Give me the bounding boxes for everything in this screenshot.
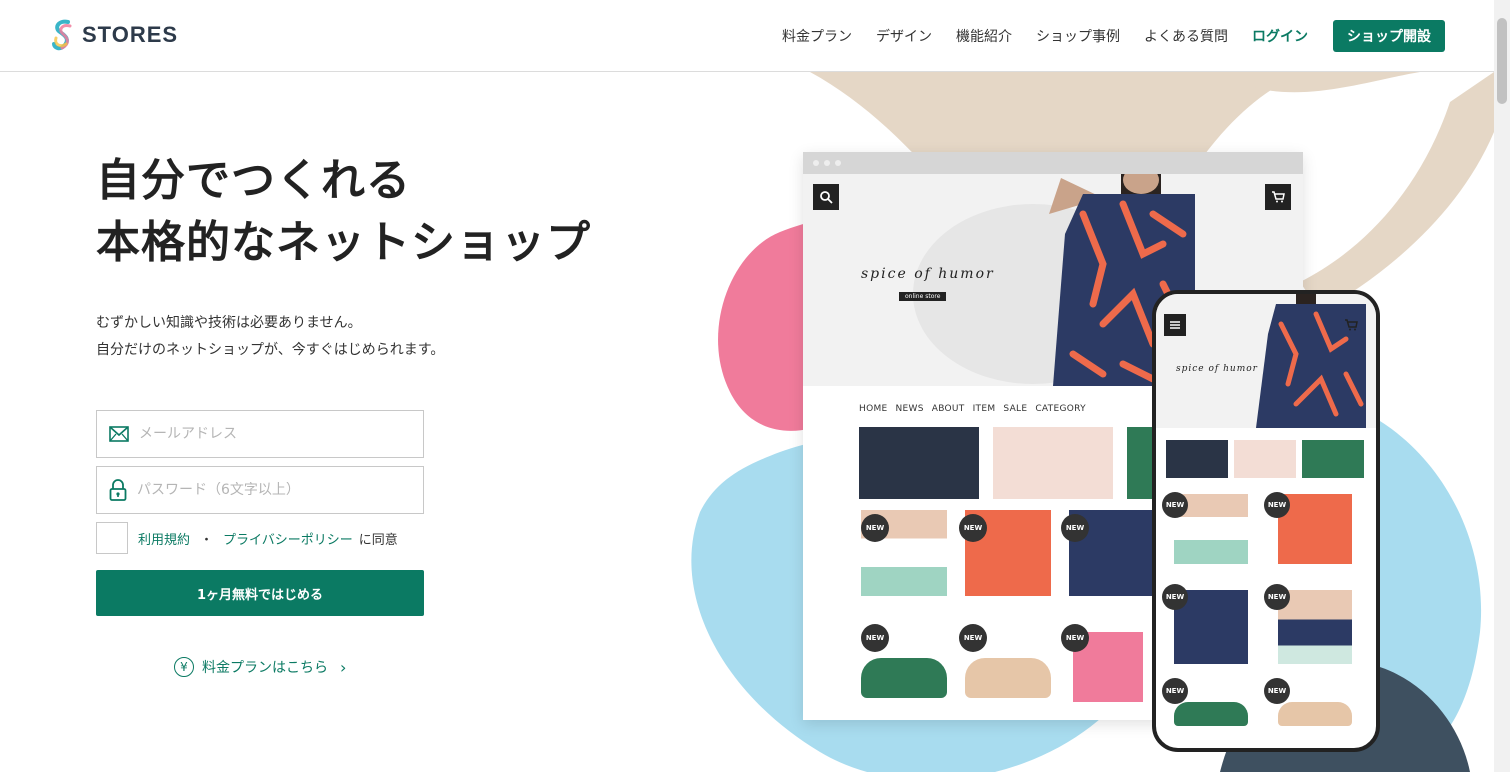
logo-text: STORES xyxy=(82,22,179,47)
window-dot xyxy=(813,160,819,166)
hero-title: 自分でつくれる 本格的なネットショップ xyxy=(96,150,591,274)
chevron-right-icon: › xyxy=(340,657,347,677)
shop-nav-news[interactable]: NEWS xyxy=(896,404,924,414)
shop-nav-category[interactable]: CATEGORY xyxy=(1035,404,1086,414)
shop-nav-sale[interactable]: SALE xyxy=(1003,404,1027,414)
site-header: STORES 料金プラン デザイン 機能紹介 ショップ事例 よくある質問 ログイ… xyxy=(0,0,1494,72)
terms-separator: ・ xyxy=(200,532,214,548)
new-badge: NEW xyxy=(1061,514,1089,542)
mobile-shop-mockup: spice of humor NEW NEW NEW NEW NEW NEW xyxy=(1152,290,1380,752)
new-badge: NEW xyxy=(861,514,889,542)
nav-features[interactable]: 機能紹介 xyxy=(956,26,1012,46)
shop-brand-name: spice of humor xyxy=(861,266,995,282)
phone-new-badge: NEW xyxy=(1162,492,1188,518)
phone-category-thumbnail[interactable] xyxy=(1234,440,1296,478)
scrollbar-thumb[interactable] xyxy=(1497,18,1507,104)
phone-new-badge: NEW xyxy=(1162,584,1188,610)
pricing-plan-link-label: 料金プランはこちら xyxy=(202,660,328,676)
phone-hero-image: spice of humor xyxy=(1156,294,1376,428)
yen-icon: ¥ xyxy=(174,657,194,677)
new-badge: NEW xyxy=(861,624,889,652)
start-free-button[interactable]: 1ヶ月無料ではじめる xyxy=(96,570,424,616)
page-scrollbar[interactable] xyxy=(1494,0,1510,772)
email-field[interactable] xyxy=(96,410,424,458)
hero-title-line1: 自分でつくれる xyxy=(96,155,411,206)
window-dot xyxy=(824,160,830,166)
password-input[interactable] xyxy=(137,482,397,498)
nav-design[interactable]: デザイン xyxy=(876,26,932,46)
lock-icon xyxy=(109,479,127,501)
pricing-plan-link[interactable]: ¥ 料金プランはこちら › xyxy=(174,657,346,677)
new-badge: NEW xyxy=(1061,624,1089,652)
phone-product-shoe[interactable] xyxy=(1174,702,1248,726)
product-shoe[interactable] xyxy=(861,658,947,698)
category-thumbnail[interactable] xyxy=(993,427,1113,499)
open-shop-button[interactable]: ショップ開設 xyxy=(1333,20,1445,52)
nav-faq[interactable]: よくある質問 xyxy=(1144,26,1228,46)
stores-logo-icon xyxy=(52,19,72,51)
terms-link[interactable]: 利用規約 xyxy=(138,529,190,548)
password-field[interactable] xyxy=(96,466,424,514)
hero-sub-line2: 自分だけのネットショップが、今すぐはじめられます。 xyxy=(96,342,445,358)
shop-nav-about[interactable]: ABOUT xyxy=(932,404,965,414)
nav-login[interactable]: ログイン xyxy=(1252,26,1308,46)
shop-brand-tag: online store xyxy=(899,292,947,301)
agree-text: に同意 xyxy=(358,532,398,548)
email-input[interactable] xyxy=(139,426,399,442)
phone-category-thumbnail[interactable] xyxy=(1302,440,1364,478)
phone-new-badge: NEW xyxy=(1264,678,1290,704)
new-badge: NEW xyxy=(959,514,987,542)
hero-visual: spice of humor online store HOME NEWS AB… xyxy=(660,72,1494,772)
shop-nav: HOME NEWS ABOUT ITEM SALE CATEGORY xyxy=(859,404,1086,414)
shop-nav-item[interactable]: ITEM xyxy=(973,404,996,414)
product-shoe[interactable] xyxy=(965,658,1051,698)
nav-pricing[interactable]: 料金プラン xyxy=(782,26,852,46)
nav-cases[interactable]: ショップ事例 xyxy=(1036,26,1120,46)
phone-new-badge: NEW xyxy=(1162,678,1188,704)
phone-category-thumbnail[interactable] xyxy=(1166,440,1228,478)
stores-logo[interactable]: STORES xyxy=(50,18,178,52)
phone-brand-name: spice of humor xyxy=(1176,364,1258,374)
terms-agreement: 利用規約 ・ プライバシーポリシー に同意 xyxy=(96,522,398,554)
phone-new-badge: NEW xyxy=(1264,492,1290,518)
browser-titlebar xyxy=(803,152,1303,174)
hero-sub-line1: むずかしい知識や技術は必要ありません。 xyxy=(96,315,362,331)
phone-cart-icon[interactable] xyxy=(1340,314,1362,336)
privacy-link[interactable]: プライバシーポリシー xyxy=(223,529,353,548)
shop-nav-home[interactable]: HOME xyxy=(859,404,888,414)
menu-icon[interactable] xyxy=(1164,314,1186,336)
agree-checkbox[interactable] xyxy=(96,522,128,554)
phone-product-shoe[interactable] xyxy=(1278,702,1352,726)
category-thumbnail[interactable] xyxy=(859,427,979,499)
window-dot xyxy=(835,160,841,166)
hero-subtitle: むずかしい知識や技術は必要ありません。 自分だけのネットショップが、今すぐはじめ… xyxy=(96,310,444,364)
hero-title-line2: 本格的なネットショップ xyxy=(96,217,591,268)
main-nav: 料金プラン デザイン 機能紹介 ショップ事例 よくある質問 ログイン xyxy=(782,26,1308,46)
phone-new-badge: NEW xyxy=(1264,584,1290,610)
mail-icon xyxy=(109,426,129,442)
new-badge: NEW xyxy=(959,624,987,652)
search-icon[interactable] xyxy=(813,184,839,210)
cart-icon[interactable] xyxy=(1265,184,1291,210)
